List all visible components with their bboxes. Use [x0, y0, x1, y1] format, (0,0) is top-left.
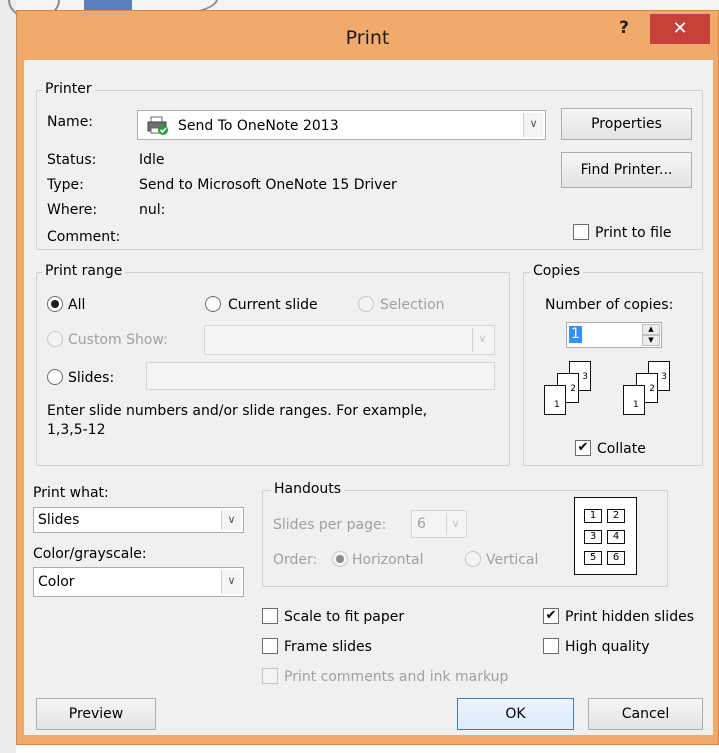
custom-show-radio[interactable] [47, 331, 63, 347]
stack-page-number: 1 [633, 400, 639, 410]
print-hidden-slides-checkbox[interactable]: ✔ [543, 608, 559, 624]
custom-show-select[interactable]: ∨ [204, 325, 495, 355]
frame-slides-checkbox[interactable] [262, 638, 278, 654]
current-slide-radio[interactable] [205, 296, 221, 312]
number-of-copies-label: Number of copies: [545, 297, 674, 313]
print-comments-checkbox[interactable] [262, 668, 278, 684]
horizontal-radio[interactable] [332, 551, 348, 567]
chevron-down-icon[interactable]: ∨ [221, 510, 241, 530]
handout-cell: 1 [584, 509, 602, 523]
find-printer-button[interactable]: Find Printer... [561, 152, 692, 188]
collate-stack-icon: 3 2 1 [541, 359, 611, 419]
type-label: Type: [47, 177, 84, 193]
print-to-file-checkbox[interactable] [573, 224, 589, 240]
handout-cell: 6 [607, 551, 625, 565]
color-grayscale-select[interactable]: Color ∨ [33, 567, 244, 597]
range-all-radio[interactable] [47, 296, 63, 312]
print-what-select[interactable]: Slides ∨ [33, 507, 244, 533]
collate-label: Collate [597, 441, 646, 457]
printer-name-label: Name: [47, 114, 94, 130]
scale-to-fit-label: Scale to fit paper [284, 609, 405, 625]
printer-icon [147, 116, 168, 135]
print-to-file-label: Print to file [595, 225, 672, 241]
slides-radio[interactable] [47, 369, 63, 385]
horizontal-label: Horizontal [352, 552, 424, 568]
chevron-down-icon[interactable]: ∨ [523, 113, 543, 137]
slides-hint-example: 1,3,5-12 [47, 422, 106, 438]
selection-radio[interactable] [358, 296, 374, 312]
current-slide-label: Current slide [228, 297, 318, 313]
order-label: Order: [273, 552, 318, 568]
print-range-group-label: Print range [42, 263, 126, 279]
handout-cell: 3 [584, 530, 602, 544]
status-label: Status: [47, 152, 97, 168]
number-of-copies-value: 1 [569, 326, 582, 343]
handout-layout-preview: 1 2 3 4 5 6 [574, 497, 637, 575]
scale-to-fit-checkbox[interactable] [262, 608, 278, 624]
chevron-down-icon[interactable]: ∨ [221, 570, 241, 594]
printer-name-select[interactable]: Send To OneNote 2013 ∨ [137, 110, 546, 140]
print-what-label: Print what: [33, 485, 109, 501]
collate-stack-icon: 3 2 1 [620, 359, 690, 419]
stack-page-number: 2 [649, 384, 655, 394]
chevron-down-icon[interactable]: ∨ [472, 328, 492, 352]
collate-checkbox[interactable]: ✔ [575, 440, 591, 456]
stack-page-number: 1 [554, 400, 560, 410]
slides-label: Slides: [68, 370, 115, 386]
print-hidden-slides-label: Print hidden slides [565, 609, 694, 625]
copies-group-label: Copies [530, 263, 584, 279]
close-button[interactable]: ✕ [650, 14, 710, 44]
selection-label: Selection [380, 297, 445, 313]
slides-hint: Enter slide numbers and/or slide ranges.… [47, 403, 428, 419]
custom-show-label: Custom Show: [68, 332, 168, 348]
type-value: Send to Microsoft OneNote 15 Driver [139, 177, 397, 193]
vertical-label: Vertical [486, 552, 539, 568]
where-label: Where: [47, 202, 98, 218]
spin-down-icon[interactable]: ▼ [642, 335, 660, 346]
number-of-copies-stepper[interactable]: 1 ▲ ▼ [566, 322, 662, 348]
handout-cell: 2 [607, 509, 625, 523]
properties-button[interactable]: Properties [561, 108, 692, 140]
chevron-down-icon[interactable]: ∨ [446, 513, 464, 535]
desktop-background-left [0, 0, 16, 753]
stack-page-number: 3 [582, 372, 588, 382]
printer-group-label: Printer [42, 81, 95, 97]
high-quality-checkbox[interactable] [543, 638, 559, 654]
help-button[interactable]: ? [604, 14, 644, 42]
status-value: Idle [139, 152, 165, 168]
handout-cell: 5 [584, 551, 602, 565]
comment-label: Comment: [47, 229, 121, 245]
slides-per-page-label: Slides per page: [273, 517, 387, 533]
preview-button[interactable]: Preview [36, 698, 156, 730]
print-comments-label: Print comments and ink markup [284, 669, 509, 685]
high-quality-label: High quality [565, 639, 650, 655]
slides-input[interactable] [146, 362, 495, 390]
slides-per-page-select[interactable]: 6 ∨ [411, 510, 467, 538]
ok-button[interactable]: OK [457, 698, 574, 730]
stack-page-number: 2 [570, 384, 576, 394]
handouts-group-label: Handouts [271, 481, 345, 497]
print-what-value: Slides [38, 512, 80, 528]
slides-per-page-value: 6 [417, 516, 426, 532]
vertical-radio[interactable] [465, 551, 481, 567]
printer-name-value: Send To OneNote 2013 [178, 118, 339, 134]
cancel-button[interactable]: Cancel [588, 698, 703, 730]
spin-up-icon[interactable]: ▲ [642, 324, 660, 335]
handout-cell: 4 [607, 530, 625, 544]
color-grayscale-value: Color [38, 574, 75, 590]
range-all-label: All [68, 297, 86, 313]
frame-slides-label: Frame slides [284, 639, 372, 655]
where-value: nul: [139, 202, 166, 218]
background-save-icon [84, 0, 132, 10]
stack-page-number: 3 [661, 372, 667, 382]
color-grayscale-label: Color/grayscale: [33, 546, 147, 562]
